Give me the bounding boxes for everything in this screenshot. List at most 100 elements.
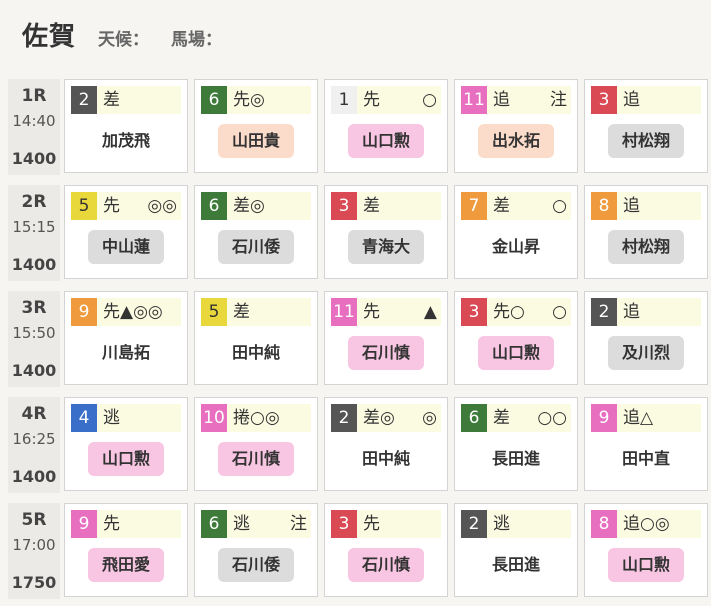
entry-card[interactable]: 2 差加茂飛 [64,79,188,173]
entry-card[interactable]: 2 追及川烈 [584,291,708,385]
running-style: 追 [623,90,640,110]
jockey-name: 山口勲 [607,548,685,582]
jockey-name: 金山昇 [491,237,541,256]
horse-number-badge: 9 [71,298,97,326]
jockey-name: 長田進 [491,555,541,574]
page-header: 佐賀 天候： 馬場： [22,16,222,53]
entry-card[interactable]: 5 差田中純 [194,291,318,385]
running-style: 差 [233,302,250,322]
entry-header: 8 追○◎ [591,510,701,538]
entry-header: 3差 [331,192,441,220]
entry-card[interactable]: 3 先○ ○ 山口勲 [454,291,578,385]
entry-header: 3 先○ ○ [461,298,571,326]
jockey-name: 石川慎 [347,548,425,582]
jockey-name: 石川倭 [217,548,295,582]
entry-header: 11 先 ▲ [331,298,441,326]
running-style: 先 [103,514,120,534]
running-style: 先▲◎◎ [103,302,163,322]
entry-card[interactable]: 3 先石川慎 [324,503,448,597]
race-distance: 1750 [11,573,57,592]
entry-card[interactable]: 1 先 ○ 山口勲 [324,79,448,173]
running-style: 先○ [493,302,525,322]
entry-header: 3先 [331,510,441,538]
entry-card[interactable]: 6 逃 注石川倭 [194,503,318,597]
running-style: 先 [363,514,380,534]
horse-number-badge: 1 [331,86,357,114]
jockey-name: 山口勲 [477,336,555,370]
entry-card[interactable]: 3 差青海大 [324,185,448,279]
entry-card[interactable]: 8 追村松翔 [584,185,708,279]
entry-header: 1 先 ○ [331,86,441,114]
running-style: 追 [623,196,640,216]
race-info[interactable]: 1R 14:40 1400 [8,79,60,175]
race-distance: 1400 [11,149,57,168]
race-info[interactable]: 4R 16:25 1400 [8,397,60,493]
race-info[interactable]: 2R 15:15 1400 [8,185,60,281]
jockey-name: 中山蓮 [87,230,165,264]
entry-card[interactable]: 8 追○◎ 山口勲 [584,503,708,597]
race-distance: 1400 [11,361,57,380]
entry-card[interactable]: 2 差◎ ◎ 田中純 [324,397,448,491]
prediction-mark: ○ [422,90,437,110]
entry-card[interactable]: 3 追村松翔 [584,79,708,173]
entry-card[interactable]: 6 差◎ 石川倭 [194,185,318,279]
entry-card[interactable]: 11 追 注出水拓 [454,79,578,173]
race-row: 1R 14:40 1400 2 差加茂飛 6 先◎ 山田貴 1 先 ○ 山口勲 11 追注出水拓 3 追村松翔 [8,76,708,182]
jockey-name: 出水拓 [477,124,555,158]
running-style: 追○◎ [623,514,670,534]
horse-number-badge: 9 [591,404,617,432]
prediction-mark: ○ [552,302,567,322]
race-number: 5R [21,510,47,530]
entry-header: 2 差◎ ◎ [331,404,441,432]
jockey-name: 田中純 [231,343,281,362]
race-number: 1R [21,86,47,106]
horse-number-badge: 5 [201,298,227,326]
running-style: 差 [493,196,510,216]
entry-card[interactable]: 7 差 ○ 金山昇 [454,185,578,279]
entry-card[interactable]: 11 先 ▲ 石川慎 [324,291,448,385]
entry-card[interactable]: 9 追△ 田中直 [584,397,708,491]
running-style: 先 [103,196,120,216]
horse-number-badge: 8 [591,192,617,220]
jockey-name: 及川烈 [607,336,685,370]
entry-card[interactable]: 2 逃長田進 [454,503,578,597]
prediction-mark: ◎◎ [147,196,177,216]
race-info[interactable]: 3R 15:50 1400 [8,291,60,387]
horse-number-badge: 3 [331,510,357,538]
entry-card[interactable]: 9 先▲◎◎ 川島拓 [64,291,188,385]
horse-number-badge: 3 [461,298,487,326]
entry-header: 4逃 [71,404,181,432]
race-number: 3R [21,298,47,318]
horse-number-badge: 7 [461,192,487,220]
race-time: 16:25 [12,430,56,448]
horse-number-badge: 2 [461,510,487,538]
running-style: 追 [623,302,640,322]
prediction-mark: ○○ [537,408,567,428]
jockey-name: 青海大 [347,230,425,264]
race-info[interactable]: 5R 17:00 1750 [8,503,60,599]
entry-header: 6 先◎ [201,86,311,114]
entry-card[interactable]: 10 捲○◎ 石川慎 [194,397,318,491]
entry-header: 2逃 [461,510,571,538]
jockey-name: 田中直 [621,449,671,468]
page-title: 佐賀 [22,22,77,52]
horse-number-badge: 3 [591,86,617,114]
race-row: 2R 15:15 1400 5 先 ◎◎ 中山蓮 6 差◎ 石川倭 3 差青海大 7 差 ○ 金山昇 8 追村松翔 [8,182,708,288]
track-condition-label: 馬場： [171,30,223,50]
weather-label: 天候： [98,30,150,50]
entry-card[interactable]: 6 差 ○○ 長田進 [454,397,578,491]
entry-card[interactable]: 6 先◎ 山田貴 [194,79,318,173]
prediction-mark: ◎ [422,408,437,428]
horse-number-badge: 6 [201,510,227,538]
race-number: 2R [21,192,47,212]
entry-header: 2追 [591,298,701,326]
running-style: 先 [363,302,380,322]
horse-number-badge: 11 [331,298,357,326]
entry-card[interactable]: 4 逃山口勲 [64,397,188,491]
entry-card[interactable]: 9 先飛田愛 [64,503,188,597]
entry-card[interactable]: 5 先 ◎◎ 中山蓮 [64,185,188,279]
race-time: 14:40 [12,112,56,130]
horse-number-badge: 8 [591,510,617,538]
running-style: 捲○◎ [233,408,280,428]
entry-header: 5差 [201,298,311,326]
